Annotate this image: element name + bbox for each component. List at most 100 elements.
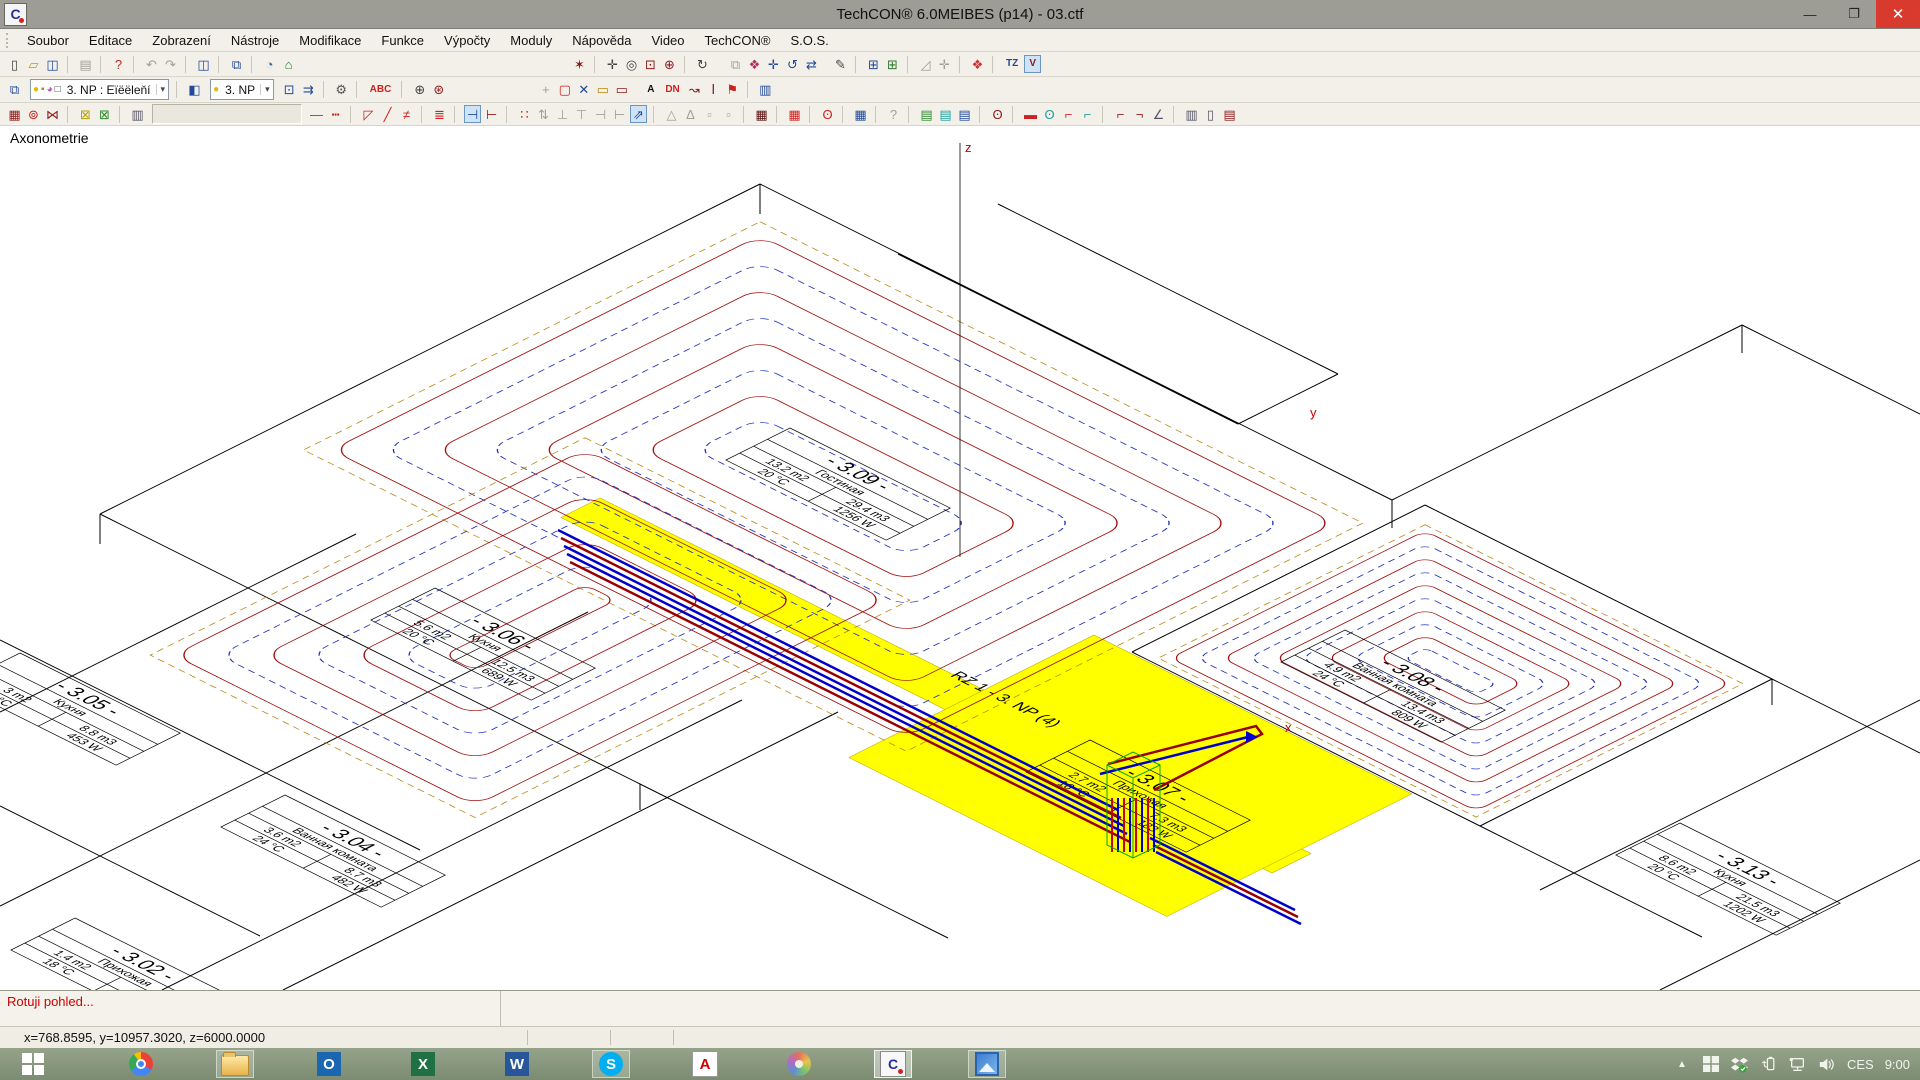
- menu-editace[interactable]: Editace: [79, 33, 142, 48]
- abc-text-icon[interactable]: ABC: [366, 81, 396, 99]
- rotate-icon[interactable]: ↺: [784, 55, 801, 73]
- gkt-sizing-icon[interactable]: Ⅰ: [705, 81, 722, 99]
- column-grid-icon[interactable]: ▥: [1183, 105, 1200, 123]
- taskbar-app-chrome[interactable]: [122, 1050, 160, 1078]
- taskbar-app-excel[interactable]: X: [404, 1050, 442, 1078]
- minimize-button[interactable]: —: [1788, 0, 1832, 28]
- grid-red-icon[interactable]: ▦: [786, 105, 803, 123]
- copy-view-icon[interactable]: ⧉: [228, 55, 245, 73]
- dimension-table-icon[interactable]: ▦: [6, 105, 23, 123]
- book-icon[interactable]: ◧: [186, 81, 203, 99]
- riser-top-icon[interactable]: ⊤: [573, 105, 590, 123]
- close-button[interactable]: ✕: [1876, 0, 1920, 28]
- selection-rect-icon[interactable]: ▢: [556, 81, 573, 99]
- taskbar-app-graphics-app[interactable]: [780, 1050, 818, 1078]
- floor-zone-green-icon[interactable]: ▤: [918, 105, 935, 123]
- pipe-corner-1-icon[interactable]: ⌐: [1112, 105, 1129, 123]
- zoom-extents-icon[interactable]: ⊕: [661, 55, 678, 73]
- measure-red-icon[interactable]: ▭: [613, 81, 630, 99]
- riser-bottom-icon[interactable]: ⊥: [554, 105, 571, 123]
- power-plug-icon[interactable]: [1760, 1055, 1778, 1073]
- menu-funkce[interactable]: Funkce: [371, 33, 434, 48]
- zone-corner-teal-icon[interactable]: ⌐: [1079, 105, 1096, 123]
- chevron-down-icon[interactable]: ▾: [260, 84, 272, 95]
- ref-block-2-icon[interactable]: ▫: [720, 105, 737, 123]
- undo-icon[interactable]: ↶: [143, 55, 160, 73]
- pump-pair-icon[interactable]: ⊚: [25, 105, 42, 123]
- slope-icon[interactable]: ∠: [1150, 105, 1167, 123]
- menu-n-stroje[interactable]: Nástroje: [221, 33, 289, 48]
- command-bar[interactable]: Rotuji pohled...: [0, 990, 1920, 1026]
- column-single-icon[interactable]: ▯: [1202, 105, 1219, 123]
- taskbar-app-file-explorer[interactable]: [216, 1050, 254, 1078]
- coil-small-icon[interactable]: ʘ: [989, 105, 1006, 123]
- valve-yellow-icon[interactable]: ⊠: [77, 105, 94, 123]
- taskbar-app-autocad[interactable]: A: [686, 1050, 724, 1078]
- riser-left-icon[interactable]: ⊣: [592, 105, 609, 123]
- isometric-view-icon[interactable]: ⇗: [630, 105, 647, 123]
- riser-right-icon[interactable]: ⊢: [611, 105, 628, 123]
- taskbar-app-skype[interactable]: S: [592, 1050, 630, 1078]
- menu-moduly[interactable]: Moduly: [500, 33, 562, 48]
- stretch-icon[interactable]: ◿: [917, 55, 934, 73]
- table-dark-icon[interactable]: ▦: [753, 105, 770, 123]
- zone-red-bar-icon[interactable]: ▬: [1022, 105, 1039, 123]
- language-indicator[interactable]: CES: [1847, 1057, 1874, 1072]
- redraw-icon[interactable]: ✶: [571, 55, 588, 73]
- ref-block-1-icon[interactable]: ▫: [701, 105, 718, 123]
- view-settings-icon[interactable]: ⊡: [281, 81, 298, 99]
- valve-icon[interactable]: ⋈: [44, 105, 61, 123]
- pipe-segment-cut-icon[interactable]: ≠: [398, 105, 415, 123]
- split-view-icon[interactable]: ◫: [195, 55, 212, 73]
- colors-icon[interactable]: ❖: [969, 55, 986, 73]
- mirror-icon[interactable]: ⇄: [803, 55, 820, 73]
- notes-table-icon[interactable]: ▤: [1221, 105, 1238, 123]
- floor-zone-blue-icon[interactable]: ▤: [956, 105, 973, 123]
- riser-up-down-icon[interactable]: ⇅: [535, 105, 552, 123]
- pipe-parallel-icon[interactable]: ≣: [431, 105, 448, 123]
- chevron-down-icon[interactable]: ▾: [156, 84, 168, 95]
- print-icon[interactable]: ▤: [77, 55, 94, 73]
- menu-modifikace[interactable]: Modifikace: [289, 33, 371, 48]
- save-file-icon[interactable]: ◫: [44, 55, 61, 73]
- taskbar-app-techcon[interactable]: C: [874, 1050, 912, 1078]
- point-pair-icon[interactable]: ∷: [516, 105, 533, 123]
- menu-zobrazen-[interactable]: Zobrazení: [142, 33, 221, 48]
- floor-select-dropdown[interactable]: ●3. NP▾: [210, 79, 274, 100]
- lock-edit-icon[interactable]: ∆: [682, 105, 699, 123]
- pan-icon[interactable]: ✛: [604, 55, 621, 73]
- taskbar-app-word[interactable]: W: [498, 1050, 536, 1078]
- component-list-icon[interactable]: ▥: [129, 105, 146, 123]
- pipe-line-dashed-icon[interactable]: ┅: [327, 105, 344, 123]
- grid-blue-icon[interactable]: ⊞: [865, 55, 882, 73]
- warning-icon[interactable]: △: [663, 105, 680, 123]
- v-mode-icon[interactable]: V: [1024, 55, 1041, 73]
- zone-teal-spiral-icon[interactable]: ʘ: [1041, 105, 1058, 123]
- tz-mode-icon[interactable]: TZ: [1002, 55, 1022, 73]
- add-point-icon[interactable]: +: [537, 81, 554, 99]
- fitting-connect-icon[interactable]: ⊣: [464, 105, 481, 123]
- coil-spiral-icon[interactable]: ʘ: [819, 105, 836, 123]
- zone-corner-red-icon[interactable]: ⌐: [1060, 105, 1077, 123]
- specification-list-icon[interactable]: ▥: [757, 81, 774, 99]
- color-palette-icon[interactable]: ❖: [746, 55, 763, 73]
- fitting-branch-icon[interactable]: ⊢: [483, 105, 500, 123]
- pan-all-icon[interactable]: ✛: [936, 55, 953, 73]
- menu-n-pov-da[interactable]: Nápověda: [562, 33, 641, 48]
- action-center-icon[interactable]: [1702, 1055, 1720, 1073]
- flag-note-icon[interactable]: ⚑: [724, 81, 741, 99]
- menu-video[interactable]: Video: [642, 33, 695, 48]
- pipe-corner-2-icon[interactable]: ¬: [1131, 105, 1148, 123]
- pipe-segment-icon[interactable]: ╱: [379, 105, 396, 123]
- layers-icon[interactable]: ⧉: [6, 81, 23, 99]
- grid-blue2-icon[interactable]: ▦: [852, 105, 869, 123]
- clipboard-icon[interactable]: ⧉: [727, 55, 744, 73]
- pipe-line-icon[interactable]: —: [308, 105, 325, 123]
- measure-yellow-icon[interactable]: ▭: [594, 81, 611, 99]
- new-file-icon[interactable]: ▯: [6, 55, 23, 73]
- dn-arrow-icon[interactable]: ↝: [686, 81, 703, 99]
- clock[interactable]: 9:00: [1885, 1057, 1910, 1072]
- annotation-arrows-icon[interactable]: ⇉: [300, 81, 317, 99]
- globe-view-icon[interactable]: ◔: [261, 55, 278, 73]
- zoom-window-icon[interactable]: ⊡: [642, 55, 659, 73]
